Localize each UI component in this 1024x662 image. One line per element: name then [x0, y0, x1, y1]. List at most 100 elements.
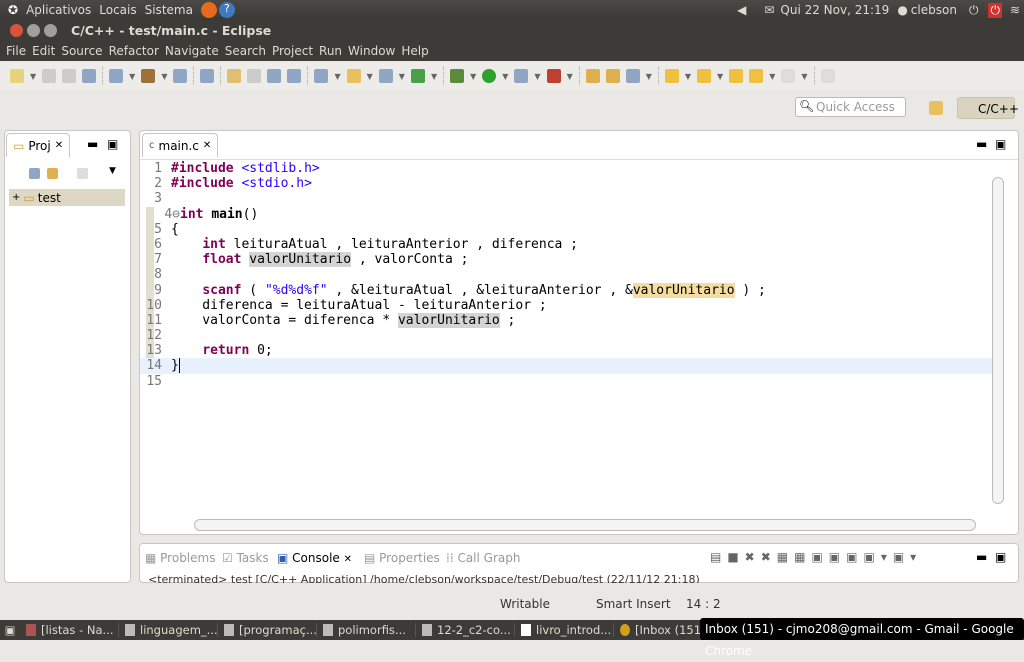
code-area[interactable]: 1 #include <stdlib.h> 2 #include <stdio.h> 3…: [140, 161, 992, 516]
new-folder-dropdown-icon[interactable]: ▼: [367, 72, 373, 81]
close-window-button[interactable]: [10, 24, 23, 37]
menu-sistema[interactable]: Sistema: [145, 3, 193, 17]
skip-breakpoints-icon[interactable]: [200, 69, 215, 83]
maximize-icon[interactable]: ▣: [995, 137, 1006, 151]
menu-locais[interactable]: Locais: [99, 3, 136, 17]
minimize-icon[interactable]: ▬: [976, 137, 987, 151]
help-icon[interactable]: ?: [218, 2, 235, 18]
maximize-icon[interactable]: ▣: [995, 550, 1006, 564]
code-line[interactable]: 1 #include <stdlib.h>: [140, 161, 992, 176]
search-dropdown-icon[interactable]: ▼: [646, 72, 652, 81]
minimize-icon[interactable]: ▬: [87, 137, 98, 151]
build-all-icon[interactable]: [173, 69, 188, 83]
code-line[interactable]: 7 float valorUnitario , valorConta ;: [140, 252, 992, 268]
code-line[interactable]: 12: [140, 328, 992, 343]
tab-call-graph[interactable]: ⁞⁞ Call Graph: [446, 551, 520, 565]
menu-aplicativos[interactable]: Aplicativos: [26, 3, 91, 17]
open-element-icon[interactable]: [605, 69, 620, 83]
external-tools-dropdown-icon[interactable]: ▼: [567, 72, 573, 81]
mark-occurrences-icon[interactable]: [227, 69, 242, 83]
horizontal-scrollbar[interactable]: [194, 519, 976, 531]
open-perspective-icon[interactable]: [929, 101, 943, 115]
user-name[interactable]: clebson: [911, 3, 957, 17]
code-line[interactable]: 6 int leituraAtual , leituraAnterior , d…: [140, 237, 992, 252]
code-line[interactable]: 11 valorConta = diferenca * valorUnitari…: [140, 312, 992, 328]
show-desktop-icon[interactable]: ▣: [0, 623, 20, 637]
close-icon[interactable]: ✕: [203, 140, 211, 151]
back-icon[interactable]: [749, 69, 764, 83]
menu-run[interactable]: Run: [319, 44, 342, 58]
run-dropdown-icon[interactable]: ▼: [502, 72, 508, 81]
expand-icon[interactable]: +: [12, 192, 20, 203]
forward-dropdown-icon[interactable]: ▼: [801, 72, 807, 81]
taskbar-item[interactable]: linguagem_...: [119, 623, 218, 637]
taskbar-item[interactable]: [Inbox (151: [614, 623, 713, 637]
link-editor-icon[interactable]: [47, 168, 58, 179]
build-config-dropdown-icon[interactable]: ▼: [129, 72, 135, 81]
vertical-scrollbar[interactable]: [992, 177, 1004, 504]
code-line[interactable]: 10 diferenca = leituraAtual - leituraAnt…: [140, 298, 992, 313]
tab-console[interactable]: ▣ Console ✕: [277, 551, 353, 565]
volume-icon[interactable]: ◀: [737, 3, 746, 17]
search-tool-icon[interactable]: [625, 69, 640, 83]
next-annotation-icon[interactable]: [664, 69, 679, 83]
firefox-icon[interactable]: [200, 2, 217, 18]
next-annotation-dropdown-icon[interactable]: ▼: [685, 72, 691, 81]
minimize-icon[interactable]: ▬: [976, 550, 987, 564]
menu-project[interactable]: Project: [272, 44, 313, 58]
shutdown-icon[interactable]: ⏻: [988, 2, 1002, 18]
code-line[interactable]: 3: [140, 191, 992, 206]
wifi-icon[interactable]: ≋: [1010, 3, 1020, 17]
code-line[interactable]: 4⊖int main(): [140, 207, 992, 222]
tree-item-test[interactable]: + ▭ test: [9, 189, 125, 206]
maximize-icon[interactable]: ▣: [107, 137, 118, 151]
new-project-dropdown-icon[interactable]: ▼: [334, 72, 340, 81]
open-type-icon[interactable]: [585, 69, 600, 83]
mail-icon[interactable]: ✉: [764, 3, 774, 17]
debug-dropdown-icon[interactable]: ▼: [470, 72, 476, 81]
taskbar-item[interactable]: [programaç...: [218, 623, 317, 637]
taskbar-item[interactable]: polimorfis...: [317, 623, 416, 637]
profile-icon[interactable]: [514, 69, 529, 83]
taskbar-item[interactable]: 12-2_c2-co...: [416, 623, 515, 637]
prev-annotation-icon[interactable]: [697, 69, 712, 83]
menu-navigate[interactable]: Navigate: [165, 44, 219, 58]
clock[interactable]: Qui 22 Nov, 21:19: [780, 3, 889, 17]
new-folder-icon[interactable]: [346, 69, 361, 83]
new-c-project-icon[interactable]: [314, 69, 329, 83]
power-icon[interactable]: ⏻: [969, 3, 979, 18]
filter-icon[interactable]: [77, 168, 88, 179]
print-icon[interactable]: [82, 69, 97, 83]
perspective-cpp-button[interactable]: C/C++: [957, 97, 1019, 119]
build-hammer-icon[interactable]: [141, 69, 156, 83]
new-dropdown-icon[interactable]: ▼: [30, 72, 36, 81]
build-dropdown-icon[interactable]: ▼: [161, 72, 167, 81]
save-icon[interactable]: [42, 69, 57, 83]
menu-help[interactable]: Help: [401, 44, 428, 58]
new-class-icon[interactable]: [410, 69, 425, 83]
external-tools-icon[interactable]: [546, 69, 561, 83]
view-menu-icon[interactable]: ▼: [109, 166, 116, 176]
new-file-dropdown-icon[interactable]: ▼: [399, 72, 405, 81]
taskbar-item[interactable]: [listas - Na...: [20, 623, 119, 637]
block-selection-icon[interactable]: [267, 69, 282, 83]
save-all-icon[interactable]: [62, 69, 77, 83]
ubuntu-logo-icon[interactable]: ✪: [8, 3, 18, 17]
menu-window[interactable]: Window: [348, 44, 395, 58]
tab-main-c[interactable]: c main.c ✕: [142, 133, 219, 157]
code-line[interactable]: 9 scanf ( "%d%d%f" , &leituraAtual , &le…: [140, 282, 992, 298]
new-class-dropdown-icon[interactable]: ▼: [431, 72, 437, 81]
menu-refactor[interactable]: Refactor: [109, 44, 159, 58]
menu-source[interactable]: Source: [61, 44, 102, 58]
menu-edit[interactable]: Edit: [32, 44, 55, 58]
collapse-all-icon[interactable]: [29, 168, 40, 179]
console-toolbar-icons[interactable]: ▤■✖✖▦▦▣▣▣▣▾▣▾: [710, 550, 922, 564]
tab-properties[interactable]: ▤ Properties: [364, 551, 440, 565]
run-icon[interactable]: [482, 69, 497, 83]
code-line[interactable]: 2 #include <stdio.h>: [140, 176, 992, 191]
debug-icon[interactable]: [450, 69, 465, 83]
tab-project-explorer[interactable]: ▭ Proj ✕: [6, 133, 71, 157]
tab-problems[interactable]: ▦ Problems: [145, 551, 215, 565]
annotation-icon[interactable]: [247, 69, 262, 83]
pin-editor-icon[interactable]: [820, 69, 835, 83]
